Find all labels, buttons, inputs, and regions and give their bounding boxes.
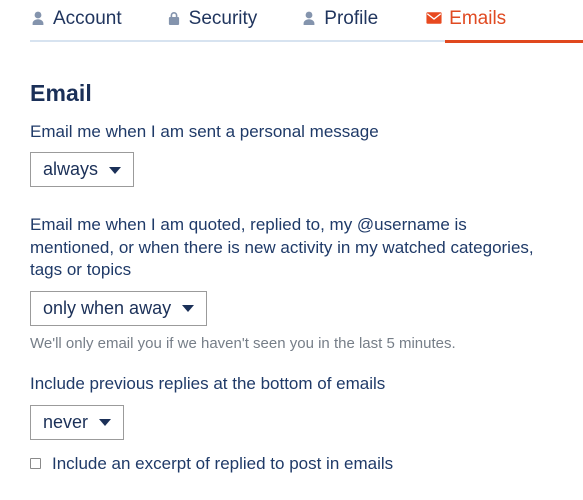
field-previous-replies-label: Include previous replies at the bottom o…	[30, 374, 386, 394]
tab-account[interactable]: Account	[30, 0, 122, 42]
field-previous-replies: Include previous replies at the bottom o…	[30, 373, 583, 440]
personal-message-value: always	[43, 159, 99, 180]
chevron-down-icon	[99, 419, 112, 427]
personal-message-select[interactable]: always	[30, 152, 135, 188]
tab-profile-label: Profile	[324, 7, 379, 29]
tab-security-label: Security	[188, 7, 258, 29]
settings-tab-bar: Account Security Profile Emails	[0, 0, 583, 44]
chevron-down-icon	[109, 166, 122, 174]
mentions-activity-helper-text: We'll only email you if we haven't seen …	[30, 334, 456, 352]
page-title: Email	[30, 80, 92, 106]
include-excerpt-checkbox[interactable]	[30, 458, 41, 470]
field-mentions-activity-label: Email me when I am quoted, replied to, m…	[30, 215, 534, 280]
field-personal-message: Email me when I am sent a personal messa…	[30, 121, 583, 188]
envelope-icon	[426, 10, 442, 27]
include-excerpt-checkbox-row[interactable]: Include an excerpt of replied to post in…	[30, 454, 583, 474]
lock-icon	[166, 10, 182, 27]
user-icon	[30, 10, 46, 27]
tab-emails[interactable]: Emails	[426, 0, 506, 42]
tab-emails-label: Emails	[449, 7, 507, 29]
mentions-activity-value: only when away	[43, 297, 172, 318]
chevron-down-icon	[182, 305, 195, 313]
previous-replies-value: never	[43, 411, 89, 432]
active-tab-indicator	[445, 40, 583, 43]
include-excerpt-label: Include an excerpt of replied to post in…	[52, 453, 394, 473]
tab-profile[interactable]: Profile	[301, 0, 378, 42]
mentions-activity-select[interactable]: only when away	[30, 290, 208, 326]
tab-account-label: Account	[53, 7, 122, 29]
tab-security[interactable]: Security	[166, 0, 258, 42]
previous-replies-select[interactable]: never	[30, 404, 125, 440]
user-icon	[301, 10, 317, 27]
field-personal-message-label: Email me when I am sent a personal messa…	[30, 122, 379, 141]
field-mentions-activity: Email me when I am quoted, replied to, m…	[30, 214, 583, 353]
email-settings-panel: Email Email me when I am sent a personal…	[0, 44, 583, 474]
